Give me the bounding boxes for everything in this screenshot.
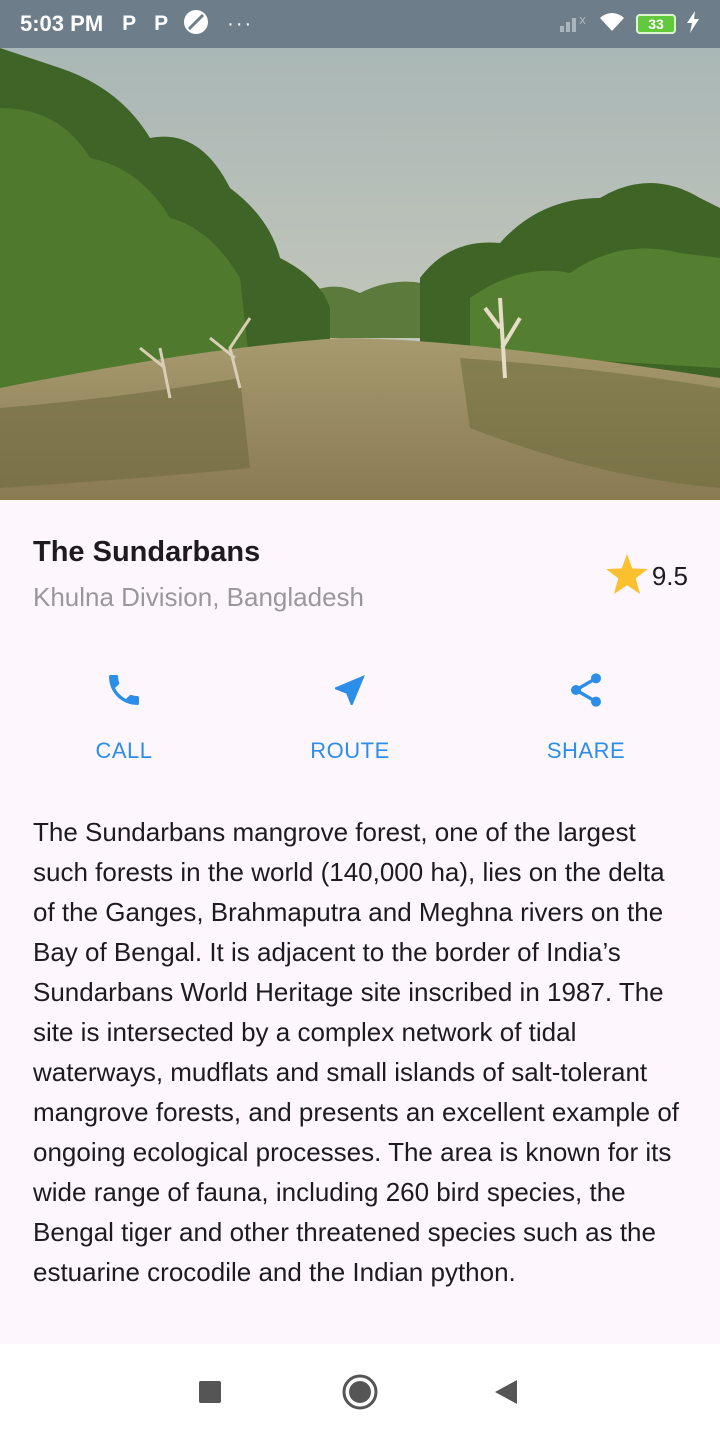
no-sim-icon bbox=[183, 9, 209, 40]
star-icon bbox=[605, 554, 648, 599]
parking-icon: P bbox=[122, 12, 137, 35]
home-icon[interactable] bbox=[340, 1372, 380, 1412]
rating: 9.5 bbox=[605, 554, 688, 599]
status-system-icons: x 33 bbox=[558, 10, 700, 38]
system-nav-bar bbox=[0, 1344, 720, 1440]
share-icon bbox=[562, 666, 610, 714]
signal-icon: x bbox=[558, 12, 588, 37]
wifi-icon bbox=[598, 11, 626, 38]
status-time: 5:03 PM bbox=[20, 11, 104, 36]
charging-icon bbox=[686, 10, 700, 38]
navigation-icon bbox=[326, 666, 374, 714]
svg-text:x: x bbox=[579, 13, 586, 27]
status-notification-icons: P P ··· bbox=[119, 9, 253, 40]
place-subtitle: Khulna Division, Bangladesh bbox=[33, 582, 364, 612]
battery-icon: 33 bbox=[636, 14, 676, 34]
share-label: SHARE bbox=[546, 738, 626, 763]
battery-level: 33 bbox=[648, 16, 664, 32]
hero-image bbox=[0, 48, 720, 500]
place-description: The Sundarbans mangrove forest, one of t… bbox=[33, 817, 680, 1287]
action-bar: CALL ROUTE SHARE bbox=[0, 660, 720, 780]
call-button[interactable]: CALL bbox=[44, 660, 204, 770]
back-icon[interactable] bbox=[486, 1372, 526, 1412]
call-label: CALL bbox=[95, 738, 153, 763]
phone-icon bbox=[100, 666, 148, 714]
share-button[interactable]: SHARE bbox=[506, 660, 666, 770]
rating-value: 9.5 bbox=[651, 561, 688, 591]
status-bar: 5:03 PM P P ··· x 33 bbox=[0, 0, 720, 48]
place-title: The Sundarbans bbox=[33, 536, 261, 568]
route-label: ROUTE bbox=[310, 738, 390, 763]
parking-icon: P bbox=[154, 12, 169, 35]
recent-apps-icon[interactable] bbox=[190, 1372, 230, 1412]
more-notifications-icon: ··· bbox=[227, 12, 254, 35]
route-button[interactable]: ROUTE bbox=[270, 660, 430, 770]
